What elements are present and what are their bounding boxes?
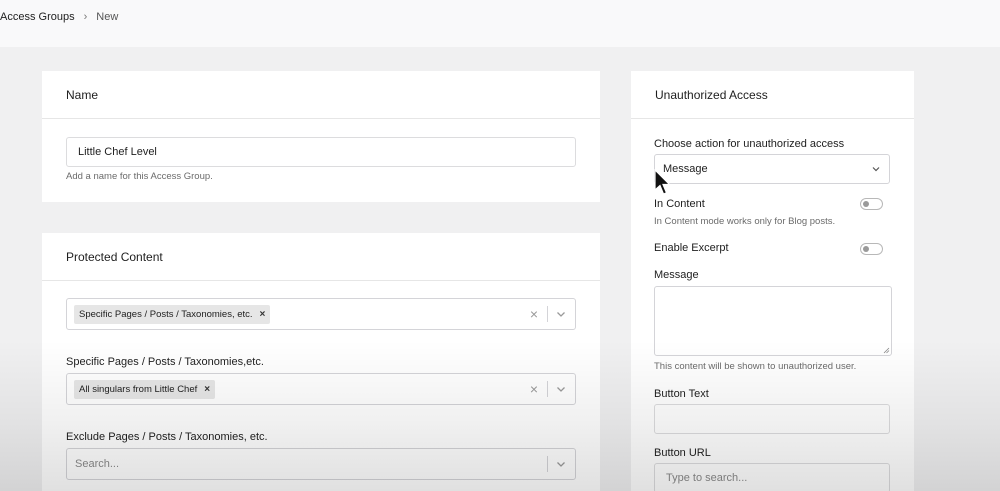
tag-remove-icon[interactable]: × [260, 309, 266, 320]
name-card-title: Name [42, 71, 600, 119]
content-type-tag: Specific Pages / Posts / Taxonomies, etc… [74, 304, 271, 324]
clear-icon[interactable]: × [530, 381, 538, 397]
chevron-down-icon[interactable] [555, 383, 567, 395]
unauthorized-action-select[interactable]: Message [654, 154, 890, 184]
select-divider [547, 456, 548, 472]
name-input[interactable]: Little Chef Level [66, 137, 576, 167]
name-input-value: Little Chef Level [78, 146, 157, 158]
button-text-label: Button Text [654, 388, 709, 400]
specific-pages-label: Specific Pages / Posts / Taxonomies,etc. [66, 356, 264, 368]
name-help-text: Add a name for this Access Group. [66, 171, 213, 182]
specific-pages-tag: All singulars from Little Chef × [74, 379, 216, 399]
toggle-knob [863, 201, 869, 207]
unauthorized-action-label: Choose action for unauthorized access [654, 138, 845, 150]
in-content-help-text: In Content mode works only for Blog post… [654, 216, 836, 227]
button-url-input[interactable]: Type to search... [654, 463, 890, 491]
in-content-toggle[interactable] [860, 198, 883, 210]
breadcrumb: Access Groups › New [0, 11, 118, 23]
button-text-input[interactable] [654, 404, 890, 434]
clear-icon[interactable]: × [530, 306, 538, 322]
name-card: Name Little Chef Level Add a name for th… [42, 71, 600, 202]
top-bar: Access Groups › New [0, 0, 1000, 47]
chevron-down-icon [872, 167, 880, 172]
message-textarea[interactable] [654, 286, 892, 356]
tag-remove-icon[interactable]: × [204, 384, 210, 395]
enable-excerpt-toggle[interactable] [860, 243, 883, 255]
button-url-placeholder: Type to search... [666, 472, 748, 484]
select-divider [547, 306, 548, 322]
chevron-down-icon[interactable] [555, 458, 567, 470]
exclude-search-placeholder: Search... [75, 458, 120, 470]
exclude-pages-select[interactable]: Search... [66, 448, 576, 480]
toggle-knob [863, 246, 869, 252]
mouse-cursor-icon [654, 169, 671, 195]
resize-handle-icon[interactable] [883, 347, 890, 354]
exclude-pages-label: Exclude Pages / Posts / Taxonomies, etc. [66, 431, 268, 443]
chevron-down-icon[interactable] [555, 308, 567, 320]
select-divider [547, 381, 548, 397]
content-type-select[interactable]: Specific Pages / Posts / Taxonomies, etc… [66, 298, 576, 330]
specific-pages-tag-label: All singulars from Little Chef [79, 383, 198, 395]
specific-pages-select[interactable]: All singulars from Little Chef × × [66, 373, 576, 405]
unauthorized-access-title: Unauthorized Access [631, 71, 914, 119]
breadcrumb-access-groups[interactable]: Access Groups [0, 11, 75, 23]
protected-content-title: Protected Content [42, 233, 600, 281]
enable-excerpt-label: Enable Excerpt [654, 242, 729, 254]
breadcrumb-current: New [96, 11, 119, 23]
message-label: Message [654, 269, 699, 281]
content-type-tag-label: Specific Pages / Posts / Taxonomies, etc… [79, 308, 253, 320]
unauthorized-access-card: Unauthorized Access Choose action for un… [631, 71, 914, 491]
in-content-label: In Content [654, 198, 705, 210]
button-url-label: Button URL [654, 447, 711, 459]
message-help-text: This content will be shown to unauthoriz… [654, 361, 857, 372]
protected-content-card: Protected Content Specific Pages / Posts… [42, 233, 600, 491]
breadcrumb-separator-icon: › [83, 11, 88, 23]
